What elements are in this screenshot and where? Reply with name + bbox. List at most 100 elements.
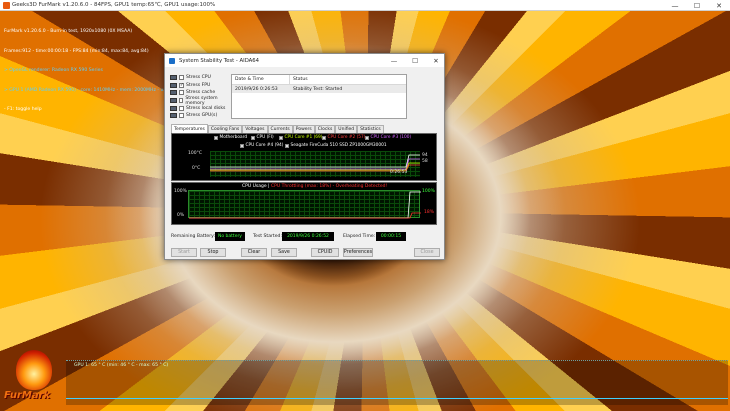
tab-statistics[interactable]: Statistics [357,125,384,133]
fpu-icon [170,82,177,88]
stress-gpu-label: Stress GPU(s) [186,113,218,119]
row-date: 2019/9/26 0:26:53 [235,86,278,92]
legend-cpu-core-4[interactable]: CPU Core #4 (94) [240,143,283,148]
test-started-label: Test Started: [253,234,283,239]
tab-unified[interactable]: Unified [335,125,358,133]
tab-temperatures[interactable]: Temperatures [171,124,208,133]
aida-maximize-button[interactable]: ☐ [407,54,423,67]
cpu-usage-plot [188,190,421,219]
cpu-usage-graph-panel: CPU Usage | CPU Throttling (max: 18%) - … [171,182,437,225]
test-started-value: 2019/9/26 0:26:52 [282,232,334,241]
column-header-date[interactable]: Date & Time [232,75,290,84]
cpu-usage-line [189,191,421,219]
stop-button[interactable]: Stop [200,248,226,257]
clear-button[interactable]: Clear [241,248,267,257]
temperature-plot [210,151,420,177]
legend-checkbox[interactable] [251,135,255,140]
tab-currents[interactable]: Currents [267,125,293,133]
status-list-header: Date & Time Status [232,75,406,85]
legend-checkbox[interactable] [285,143,289,148]
cpu-icon [170,75,177,81]
legend-cpu-core-3[interactable]: CPU Core #3 (100) [365,135,411,140]
cpu-axis-top-left: 100% [174,189,187,194]
aida64-stability-window: System Stability Test - AIDA64 — ☐ ✕ Str… [164,53,445,260]
legend-cpu-core-2[interactable]: CPU Core #2 (57) [322,135,365,140]
stress-memory-checkbox[interactable] [178,98,184,104]
core3-line [210,158,420,170]
column-header-status[interactable]: Status [290,75,308,84]
legend-checkbox[interactable] [279,135,283,140]
elapsed-time-value: 00:00:15 [376,232,406,241]
cpuid-button[interactable]: CPUID [311,248,339,257]
stress-disks-option[interactable]: Stress local disks [170,104,234,112]
close-button[interactable]: Close [414,248,440,257]
stress-disks-label: Stress local disks [186,105,226,111]
cpu-axis-top-right: 100% [422,189,435,194]
temperature-lines [210,154,420,172]
legend-checkbox[interactable] [322,135,326,140]
legend-ssd[interactable]: Seagate FireCuda 510 SSD ZP1000GM30001 [285,143,387,148]
aida-close-button[interactable]: ✕ [428,54,444,67]
tab-voltages[interactable]: Voltages [242,125,268,133]
stress-disks-checkbox[interactable] [179,105,184,111]
temperature-legend: Motherboard CPU (FI) CPU Core #1 (69) CP… [172,134,438,150]
stress-memory-option[interactable]: Stress system memory [170,96,234,106]
legend-label: CPU Core #3 (100) [370,135,412,140]
save-button[interactable]: Save [271,248,297,257]
tab-cooling-fans[interactable]: Cooling Fans [207,125,243,133]
stress-cpu-option[interactable]: Stress CPU [170,74,234,82]
temp-axis-bottom: 0°C [192,166,201,171]
stress-cpu-checkbox[interactable] [179,75,184,81]
start-button[interactable]: Start [171,248,197,257]
furmark-logo: FurMark [4,350,64,408]
legend-label: CPU Core #2 (57) [327,135,366,140]
gpu-temperature-label: GPU 1: 65 ° C (min: 46 ° C - max: 65 ° C… [74,363,169,368]
legend-label: CPU (FI) [256,135,274,140]
legend-checkbox[interactable] [365,135,369,140]
table-row[interactable]: 2019/9/26 0:26:53 Stability Test: Starte… [232,85,406,93]
minimize-button[interactable]: — [664,0,686,11]
battery-value: No battery [215,232,245,241]
tab-powers[interactable]: Powers [292,125,315,133]
stress-gpu-checkbox[interactable] [179,113,184,119]
legend-checkbox[interactable] [240,143,244,148]
stress-fpu-label: Stress FPU [186,82,211,88]
core4-line [210,154,420,168]
tab-clocks[interactable]: Clocks [314,125,336,133]
cpu-axis-bottom-left: 0% [177,213,185,218]
stress-fpu-checkbox[interactable]: ✓ [179,82,184,88]
row-status: Stability Test: Started [293,86,343,92]
legend-label: Motherboard [219,135,248,140]
legend-checkbox[interactable] [214,135,218,140]
temp-right-value-1: 94 [422,153,428,158]
disk-icon [170,105,177,111]
status-list[interactable]: Date & Time Status 2019/9/26 0:26:53 Sta… [231,74,407,119]
legend-cpu-core-1[interactable]: CPU Core #1 (69) [279,135,322,140]
temp-right-value-2: 58 [422,159,428,164]
gpu-temperature-graph: GPU 1: 65 ° C (min: 46 ° C - max: 65 ° C… [66,360,728,405]
maximize-button[interactable]: ☐ [686,0,708,11]
flame-icon [16,350,52,390]
legend-label: CPU Core #1 (69) [284,135,323,140]
legend-label: Seagate FireCuda 510 SSD ZP1000GM30001 [290,143,387,148]
aida-minimize-button[interactable]: — [386,54,402,67]
aida64-window-title: System Stability Test - AIDA64 [179,57,260,64]
gpu-temperature-line [66,398,728,399]
stress-cache-checkbox[interactable] [179,90,184,96]
cpu-usage-separator: | [268,184,270,189]
preferences-button[interactable]: Preferences [343,248,373,257]
elapsed-time-label: Elapsed Time: [343,234,376,239]
test-info-bar: Remaining Battery: No battery Test Start… [171,232,437,242]
temp-axis-top: 100°C [188,151,202,156]
stress-fpu-option[interactable]: ✓ Stress FPU [170,82,234,90]
furmark-window-title: Geeks3D FurMark v1.20.6.0 - 84FPS, GPU1 … [12,2,216,8]
legend-motherboard[interactable]: Motherboard [214,135,247,140]
furmark-app-icon [3,2,10,9]
furmark-logo-text: FurMark [4,390,51,401]
furmark-titlebar: Geeks3D FurMark v1.20.6.0 - 84FPS, GPU1 … [0,0,730,11]
battery-label: Remaining Battery: [171,234,216,239]
stress-gpu-option[interactable]: Stress GPU(s) [170,112,234,120]
temperature-graph-panel: Motherboard CPU (FI) CPU Core #1 (69) CP… [171,133,437,181]
legend-cpu[interactable]: CPU (FI) [251,135,274,140]
close-window-button[interactable]: ✕ [708,0,730,11]
